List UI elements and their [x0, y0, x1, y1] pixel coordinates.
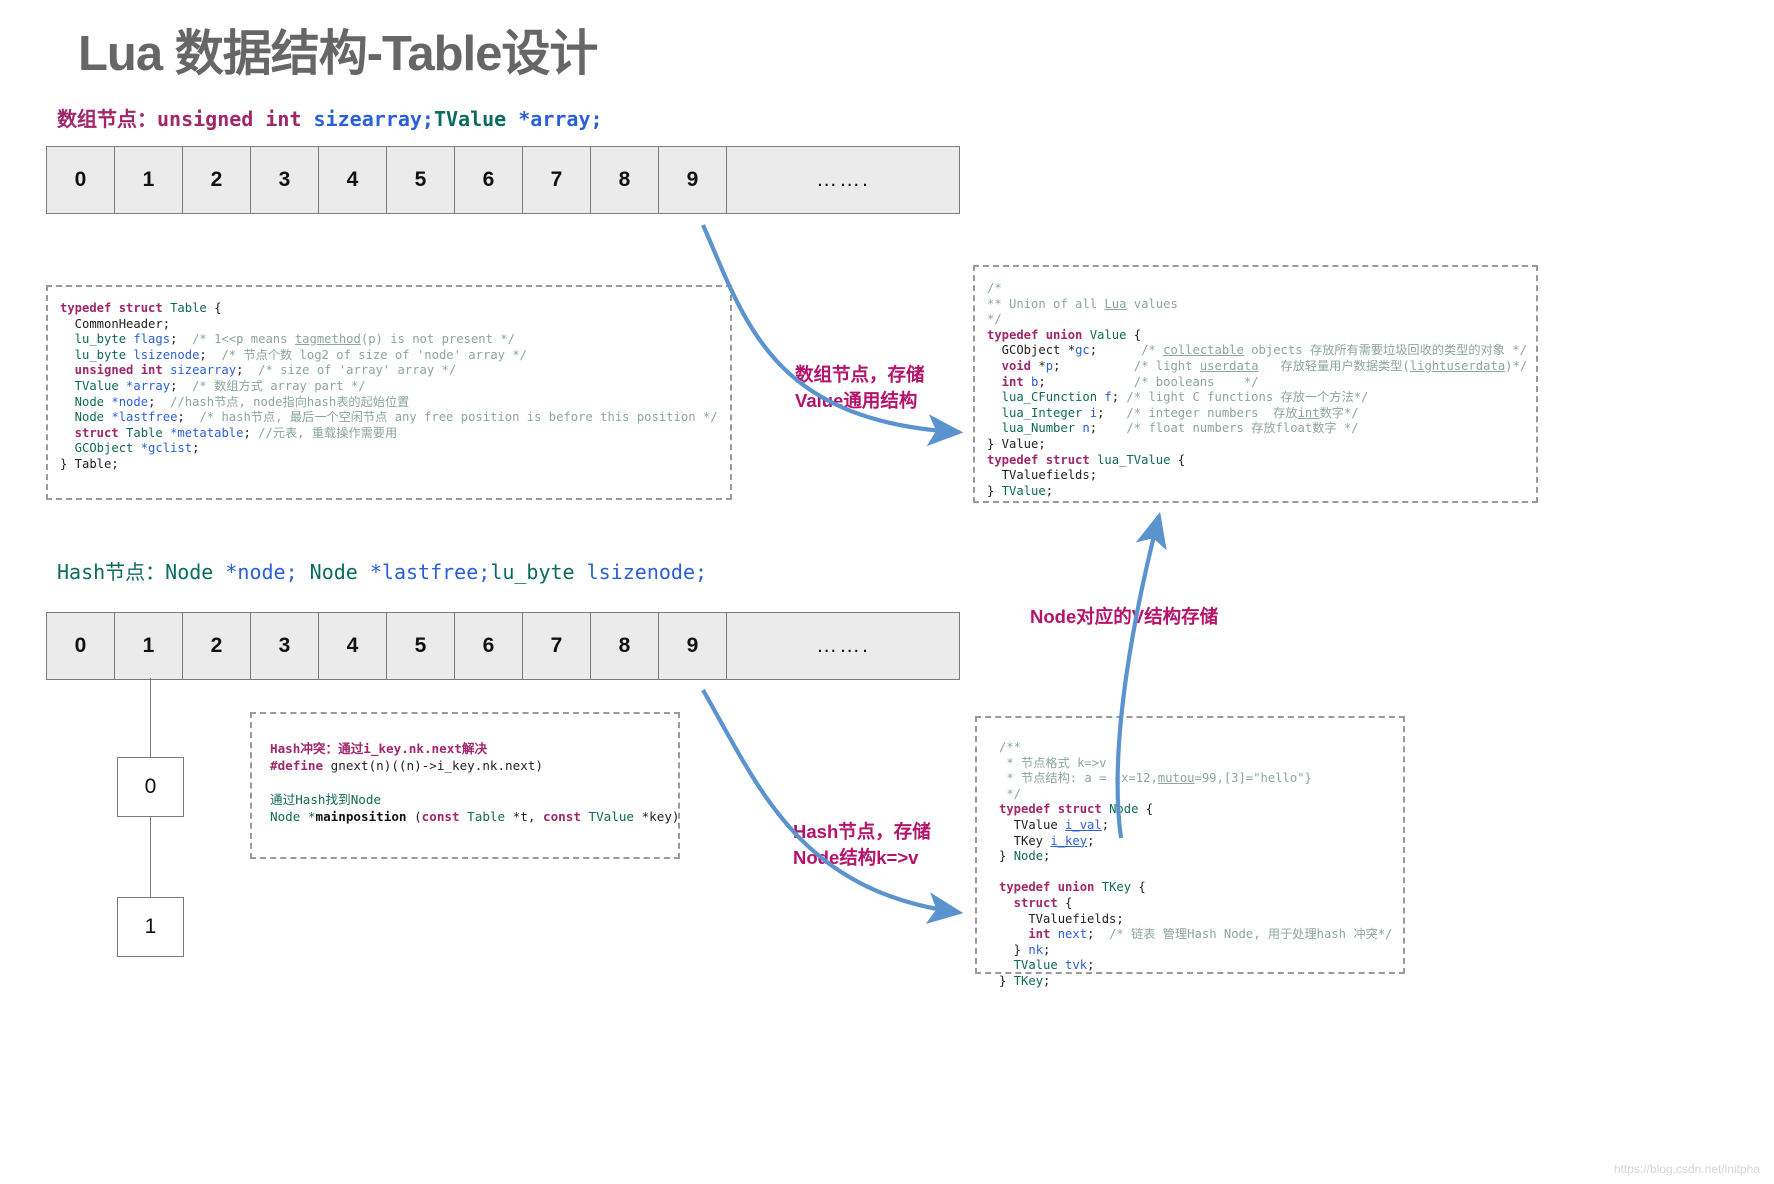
chain-node-1[interactable]: 1: [117, 897, 184, 957]
table-struct-code-box: typedef struct Table { CommonHeader; lu_…: [46, 285, 732, 500]
array-cell[interactable]: 5: [387, 147, 455, 213]
hash-cell[interactable]: 1: [115, 613, 183, 679]
arrow-hash-to-node: [701, 688, 964, 924]
hash-cell[interactable]: 9: [659, 613, 727, 679]
callout-hash-line1: Hash节点，存储: [793, 821, 931, 842]
page-title: Lua 数据结构-Table设计: [78, 27, 598, 81]
array-cell[interactable]: 8: [591, 147, 659, 213]
array-node-label-prefix: 数组节点：: [57, 107, 157, 131]
array-cell[interactable]: 2: [183, 147, 251, 213]
callout-hash-to-node: Hash节点，存储 Node结构k=>v: [793, 819, 931, 871]
hash-conflict-line3: 通过Hash找到Node: [270, 792, 382, 807]
hash-node-label-prefix: Hash节点：: [57, 560, 166, 584]
chain-connector-bottom: [150, 817, 151, 897]
hash-node-label: Hash节点：Node *node; Node *lastfree;lu_byt…: [57, 560, 708, 584]
diagram-canvas: Lua 数据结构-Table设计 数组节点：unsigned int sizea…: [0, 0, 1774, 1184]
callout-array-line2: Value通用结构: [795, 390, 918, 411]
chain-connector-top: [150, 678, 151, 757]
hash-conflict-line1: Hash冲突：通过i_key.nk.next解决: [270, 741, 488, 756]
callout-hash-line2: Node结构k=>v: [793, 847, 919, 868]
hash-cell-overflow: …….: [816, 634, 870, 657]
hash-cell[interactable]: 7: [523, 613, 591, 679]
callout-array-to-value: 数组节点，存储 Value通用结构: [795, 362, 925, 414]
watermark: https://blog.csdn.net/initpha: [1613, 1162, 1760, 1176]
callout-node-value-storage: Node对应的V结构存储: [1030, 606, 1219, 627]
hash-cell[interactable]: 2: [183, 613, 251, 679]
array-cell[interactable]: 1: [115, 147, 183, 213]
hash-cell[interactable]: 0: [47, 613, 115, 679]
array-cell[interactable]: 0: [47, 147, 115, 213]
array-node-label: 数组节点：unsigned int sizearray;TValue *arra…: [57, 107, 603, 131]
hash-cell[interactable]: 3: [251, 613, 319, 679]
array-cell[interactable]: 3: [251, 147, 319, 213]
array-cell[interactable]: 7: [523, 147, 591, 213]
node-struct-code-box: /** * 节点格式 k=>v * 节点结构: a = {x=12,mutou=…: [975, 716, 1405, 988]
array-cell-strip: 0 1 2 3 4 5 6 7 8 9 …….: [46, 146, 960, 214]
hash-cell[interactable]: 6: [455, 613, 523, 679]
array-cell[interactable]: 6: [455, 147, 523, 213]
array-cell[interactable]: 4: [319, 147, 387, 213]
hash-cell-strip: 0 1 2 3 4 5 6 7 8 9 …….: [46, 612, 960, 680]
hash-conflict-code-box: Hash冲突：通过i_key.nk.next解决 #define gnext(n…: [250, 712, 680, 859]
hash-cell[interactable]: 4: [319, 613, 387, 679]
callout-array-line1: 数组节点，存储: [795, 364, 925, 385]
array-cell[interactable]: 9: [659, 147, 727, 213]
array-cell-overflow: …….: [816, 168, 870, 191]
hash-cell[interactable]: 5: [387, 613, 455, 679]
value-union-code-box: /* ** Union of all Lua values */ typedef…: [973, 265, 1538, 503]
chain-node-0[interactable]: 0: [117, 757, 184, 817]
hash-cell[interactable]: 8: [591, 613, 659, 679]
